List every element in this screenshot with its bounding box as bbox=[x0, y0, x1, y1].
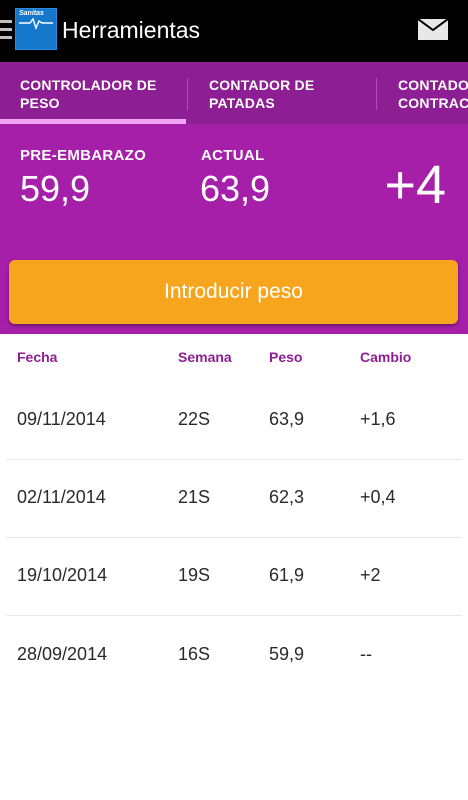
cell-semana: 16S bbox=[178, 644, 211, 664]
cell-cambio: -- bbox=[360, 644, 372, 664]
sanitas-logo[interactable]: Sanitas bbox=[15, 8, 57, 50]
table-row[interactable]: 19/10/2014 19S 61,9 +2 bbox=[0, 538, 468, 616]
table-row[interactable]: 28/09/2014 16S 59,9 -- bbox=[0, 617, 468, 695]
column-header-fecha: Fecha bbox=[17, 349, 58, 365]
tab-divider bbox=[187, 78, 188, 110]
tab-label: CONTROLADOR DE PESO bbox=[20, 77, 157, 111]
column-header-peso: Peso bbox=[269, 349, 303, 365]
row-divider bbox=[6, 615, 462, 616]
pre-pregnancy-value: 59,9 bbox=[20, 168, 91, 209]
cell-semana: 22S bbox=[178, 409, 211, 429]
cell-fecha: 09/11/2014 bbox=[17, 409, 106, 429]
pre-pregnancy-label: PRE-EMBARAZO bbox=[20, 147, 147, 164]
current-value: 63,9 bbox=[200, 168, 271, 209]
cell-fecha: 19/10/2014 bbox=[17, 565, 108, 585]
cell-peso: 59,9 bbox=[269, 644, 305, 664]
cell-semana: 21S bbox=[178, 487, 211, 507]
tab-label: CONTADOR DE CONTRACCIONES bbox=[398, 77, 468, 111]
cell-peso: 62,3 bbox=[269, 487, 305, 507]
table-row[interactable]: 02/11/2014 21S 62,3 +0,4 bbox=[0, 460, 468, 538]
pulse-icon bbox=[19, 17, 53, 30]
cell-fecha: 02/11/2014 bbox=[17, 487, 106, 507]
cell-cambio: +0,4 bbox=[360, 487, 396, 507]
current-label: ACTUAL bbox=[201, 147, 265, 164]
column-header-cambio: Cambio bbox=[360, 349, 412, 365]
tab-controlador-de-peso[interactable]: CONTROLADOR DE PESO bbox=[0, 62, 188, 124]
tab-bar: CONTROLADOR DE PESO CONTADOR DE PATADAS … bbox=[0, 62, 468, 124]
cell-peso: 63,9 bbox=[269, 409, 305, 429]
column-header-semana: Semana bbox=[178, 349, 232, 365]
tab-contador-de-contracciones[interactable]: CONTADOR DE CONTRACCIONES bbox=[378, 62, 468, 124]
tab-label: CONTADOR DE PATADAS bbox=[209, 77, 315, 111]
app-bar: Sanitas Herramientas bbox=[0, 0, 468, 62]
cell-cambio: +1,6 bbox=[360, 409, 396, 429]
table-row[interactable]: 09/11/2014 22S 63,9 +1,6 bbox=[0, 382, 468, 460]
tab-divider bbox=[376, 78, 377, 110]
weight-change-value: +4 bbox=[384, 155, 446, 215]
table-header: Fecha Semana Peso Cambio bbox=[0, 334, 468, 382]
enter-weight-button[interactable]: Introducir peso bbox=[9, 260, 458, 324]
cell-peso: 61,9 bbox=[269, 565, 305, 585]
tab-contador-de-patadas[interactable]: CONTADOR DE PATADAS bbox=[189, 62, 377, 124]
cell-semana: 19S bbox=[178, 565, 211, 585]
mail-icon[interactable] bbox=[418, 19, 448, 40]
cell-cambio: +2 bbox=[360, 565, 381, 585]
cell-fecha: 28/09/2014 bbox=[17, 644, 108, 664]
page-title: Herramientas bbox=[62, 17, 201, 43]
menu-icon[interactable] bbox=[0, 20, 12, 40]
